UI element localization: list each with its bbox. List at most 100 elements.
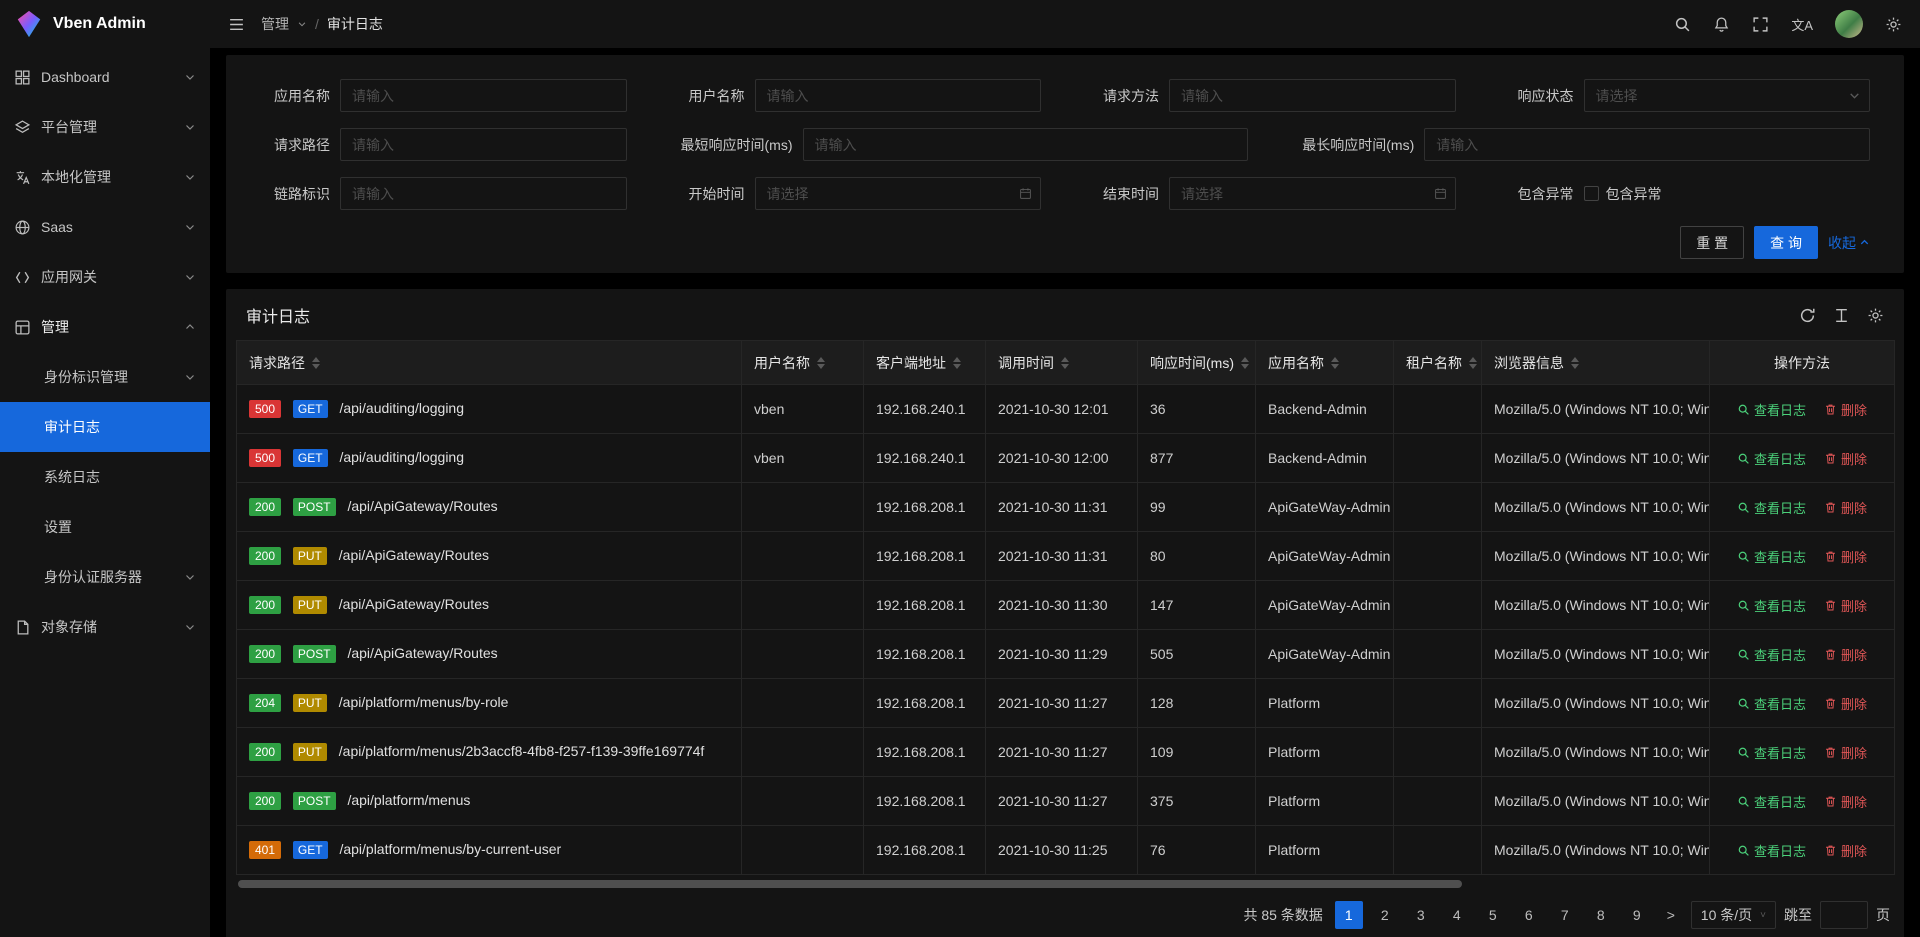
view-log-button[interactable]: 查看日志	[1737, 841, 1806, 860]
sidebar-item-identity-server[interactable]: 身份认证服务器	[0, 552, 210, 602]
delete-button[interactable]: 删除	[1824, 596, 1867, 615]
logo[interactable]: Vben Admin	[0, 0, 210, 48]
gear-icon[interactable]	[1885, 16, 1902, 33]
sidebar-item-audit-log[interactable]: 审计日志	[0, 402, 210, 452]
scrollbar-thumb[interactable]	[238, 880, 1462, 888]
column-header-2[interactable]: 客户端地址	[864, 341, 986, 385]
end-time-picker[interactable]	[1169, 177, 1456, 210]
column-header-3[interactable]: 调用时间	[986, 341, 1138, 385]
view-log-button[interactable]: 查看日志	[1737, 449, 1806, 468]
delete-button[interactable]: 删除	[1824, 743, 1867, 762]
sidebar-item-localization[interactable]: 本地化管理	[0, 152, 210, 202]
max-response-time-input[interactable]	[1424, 128, 1870, 161]
view-log-label: 查看日志	[1754, 841, 1806, 860]
column-header-6[interactable]: 租户名称	[1394, 341, 1482, 385]
view-log-button[interactable]: 查看日志	[1737, 645, 1806, 664]
delete-button[interactable]: 删除	[1824, 792, 1867, 811]
management-icon	[14, 319, 31, 336]
sidebar-item-object-storage[interactable]: 对象存储	[0, 602, 210, 652]
user-name-input[interactable]	[755, 79, 1042, 112]
column-header-4[interactable]: 响应时间(ms)	[1138, 341, 1256, 385]
view-log-button[interactable]: 查看日志	[1737, 694, 1806, 713]
http-method-badge: PUT	[293, 547, 327, 565]
sidebar-item-label: 管理	[41, 317, 174, 337]
gateway-icon	[14, 269, 31, 286]
column-header-1[interactable]: 用户名称	[742, 341, 864, 385]
view-log-button[interactable]: 查看日志	[1737, 400, 1806, 419]
sort-carets-icon[interactable]	[953, 357, 961, 369]
delete-button[interactable]: 删除	[1824, 645, 1867, 664]
page-button-4[interactable]: 4	[1443, 901, 1471, 929]
refresh-icon[interactable]	[1799, 307, 1816, 324]
min-response-time-input[interactable]	[803, 128, 1249, 161]
page-size-select[interactable]: 10 条/页 ˅	[1691, 901, 1776, 929]
page-button-7[interactable]: 7	[1551, 901, 1579, 929]
sidebar-item-app-gateway[interactable]: 应用网关	[0, 252, 210, 302]
field-label: 请求路径	[236, 135, 340, 155]
delete-button[interactable]: 删除	[1824, 694, 1867, 713]
page-button-9[interactable]: 9	[1623, 901, 1651, 929]
view-log-button[interactable]: 查看日志	[1737, 596, 1806, 615]
next-page-button[interactable]: >	[1659, 901, 1683, 929]
sort-carets-icon[interactable]	[1241, 357, 1249, 369]
http-method-badge: POST	[293, 792, 336, 810]
page-button-6[interactable]: 6	[1515, 901, 1543, 929]
avatar[interactable]	[1835, 10, 1863, 38]
dashboard-icon	[14, 69, 31, 86]
sort-carets-icon[interactable]	[1331, 357, 1339, 369]
app-name-input[interactable]	[340, 79, 627, 112]
sidebar-item-saas[interactable]: Saas	[0, 202, 210, 252]
client-address-cell: 192.168.208.1	[864, 826, 986, 875]
collapse-link[interactable]: 收起	[1828, 233, 1870, 253]
delete-button[interactable]: 删除	[1824, 449, 1867, 468]
search-icon[interactable]	[1674, 16, 1691, 33]
sort-carets-icon[interactable]	[817, 357, 825, 369]
user-name-cell	[742, 581, 864, 630]
response-status-select[interactable]	[1584, 79, 1871, 112]
column-header-0[interactable]: 请求路径	[237, 341, 742, 385]
sidebar-item-dashboard[interactable]: Dashboard	[0, 52, 210, 102]
search-button[interactable]: 查 询	[1754, 226, 1818, 259]
app-name-cell: Platform	[1256, 826, 1394, 875]
sort-carets-icon[interactable]	[312, 357, 320, 369]
fullscreen-icon[interactable]	[1752, 16, 1769, 33]
delete-button[interactable]: 删除	[1824, 498, 1867, 517]
sidebar-item-settings[interactable]: 设置	[0, 502, 210, 552]
view-log-button[interactable]: 查看日志	[1737, 743, 1806, 762]
view-log-button[interactable]: 查看日志	[1737, 498, 1806, 517]
sidebar-item-identity-management[interactable]: 身份标识管理	[0, 352, 210, 402]
row-height-icon[interactable]	[1833, 307, 1850, 324]
sidebar-item-management[interactable]: 管理	[0, 302, 210, 352]
sidebar-item-system-log[interactable]: 系统日志	[0, 452, 210, 502]
bell-icon[interactable]	[1713, 16, 1730, 33]
sort-carets-icon[interactable]	[1571, 357, 1579, 369]
breadcrumb-root[interactable]: 管理	[261, 14, 289, 34]
request-path-input[interactable]	[340, 128, 627, 161]
trace-id-input[interactable]	[340, 177, 627, 210]
page-button-2[interactable]: 2	[1371, 901, 1399, 929]
sort-carets-icon[interactable]	[1061, 357, 1069, 369]
translate-icon[interactable]: 文A	[1791, 15, 1813, 34]
view-log-button[interactable]: 查看日志	[1737, 792, 1806, 811]
delete-button[interactable]: 删除	[1824, 841, 1867, 860]
delete-button[interactable]: 删除	[1824, 400, 1867, 419]
has-exception-checkbox[interactable]	[1584, 186, 1599, 201]
view-log-button[interactable]: 查看日志	[1737, 547, 1806, 566]
column-header-7[interactable]: 浏览器信息	[1482, 341, 1710, 385]
column-header-5[interactable]: 应用名称	[1256, 341, 1394, 385]
request-method-input[interactable]	[1169, 79, 1456, 112]
sort-carets-icon[interactable]	[1469, 357, 1477, 369]
jump-page-input[interactable]	[1820, 901, 1868, 929]
column-settings-icon[interactable]	[1867, 307, 1884, 324]
menu-collapse-icon[interactable]	[228, 16, 245, 33]
page-button-1[interactable]: 1	[1335, 901, 1363, 929]
trash-icon	[1824, 795, 1837, 808]
start-time-picker[interactable]	[755, 177, 1042, 210]
delete-button[interactable]: 删除	[1824, 547, 1867, 566]
reset-button[interactable]: 重 置	[1680, 226, 1744, 259]
page-button-3[interactable]: 3	[1407, 901, 1435, 929]
sidebar-item-platform-management[interactable]: 平台管理	[0, 102, 210, 152]
page-button-8[interactable]: 8	[1587, 901, 1615, 929]
page-button-5[interactable]: 5	[1479, 901, 1507, 929]
response-time-cell: 99	[1138, 483, 1256, 532]
